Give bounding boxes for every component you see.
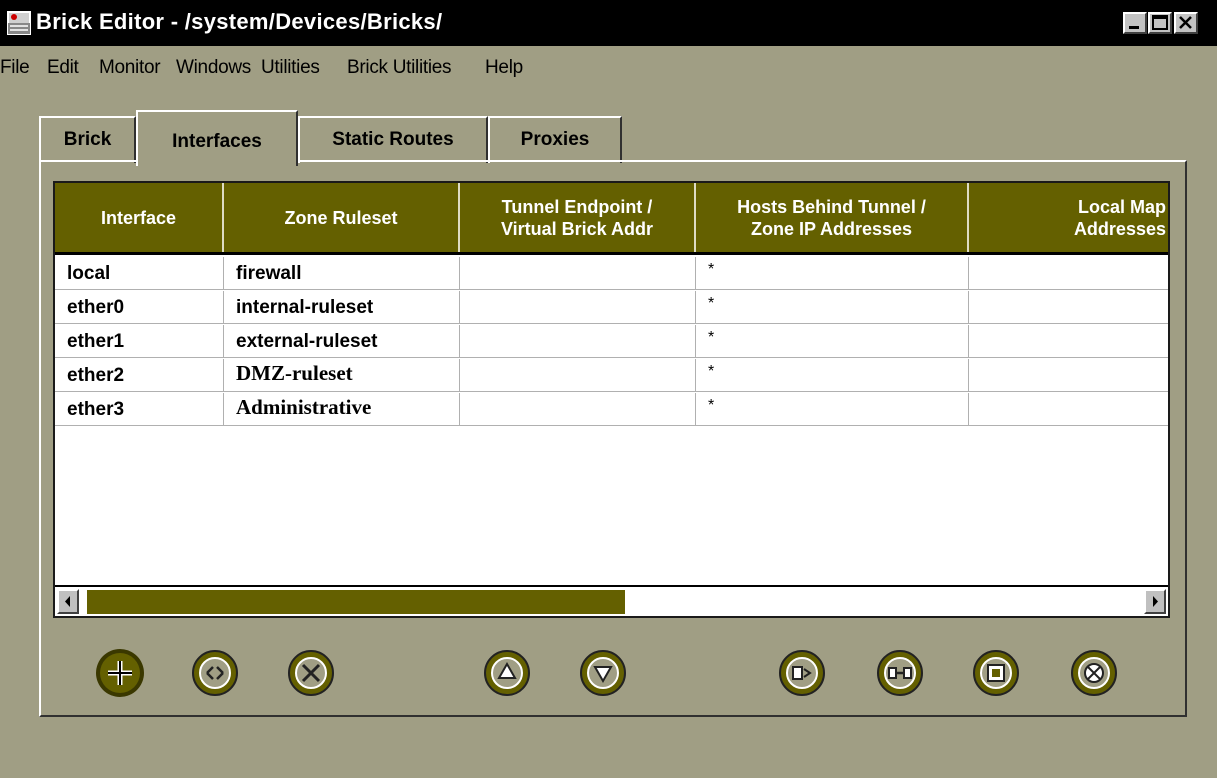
- cell-tunnel-endpoint: [460, 325, 696, 357]
- app-icon: [7, 11, 31, 35]
- frame-icon[interactable]: [970, 647, 1022, 699]
- menu-edit[interactable]: Edit: [47, 57, 79, 79]
- arrow-left-icon: [65, 596, 70, 607]
- close-button[interactable]: [1174, 12, 1198, 34]
- cell-zone-ruleset: Administrative: [224, 393, 460, 425]
- cell-zone-ruleset: firewall: [224, 257, 460, 289]
- menu-bar: File Edit Monitor Windows Utilities Bric…: [0, 55, 1217, 85]
- cell-hosts: *: [696, 291, 969, 323]
- column-header-tunnel-endpoint[interactable]: Tunnel Endpoint / Virtual Brick Addr: [460, 183, 696, 252]
- table-row[interactable]: ether0 internal-ruleset *: [55, 291, 1168, 324]
- cell-interface: local: [55, 257, 224, 289]
- column-header-local-map-addresses[interactable]: Local Map Addresses: [969, 183, 1168, 252]
- tab-proxies[interactable]: Proxies: [488, 116, 622, 163]
- cell-hosts: *: [696, 257, 969, 289]
- menu-utilities[interactable]: Utilities: [261, 57, 320, 79]
- minimize-icon: [1129, 26, 1139, 29]
- cell-interface: ether2: [55, 359, 224, 391]
- cell-zone-ruleset: internal-ruleset: [224, 291, 460, 323]
- close-icon: [1179, 16, 1192, 29]
- horizontal-scrollbar[interactable]: [55, 585, 1168, 616]
- table-row[interactable]: local firewall *: [55, 257, 1168, 290]
- menu-brick-utilities[interactable]: Brick Utilities: [347, 57, 452, 79]
- table-row[interactable]: ether3 Administrative *: [55, 393, 1168, 426]
- cell-local-map: [969, 325, 1168, 357]
- cell-interface: ether3: [55, 393, 224, 425]
- maximize-icon: [1152, 15, 1168, 30]
- disable-icon[interactable]: [1068, 647, 1120, 699]
- interface-icon[interactable]: [776, 647, 828, 699]
- move-down-icon[interactable]: [577, 647, 629, 699]
- menu-help[interactable]: Help: [485, 57, 523, 79]
- cell-tunnel-endpoint: [460, 257, 696, 289]
- cell-tunnel-endpoint: [460, 359, 696, 391]
- cell-local-map: [969, 257, 1168, 289]
- cell-local-map: [969, 359, 1168, 391]
- menu-file[interactable]: File: [0, 57, 30, 79]
- scrollbar-thumb[interactable]: [87, 590, 625, 614]
- cell-local-map: [969, 393, 1168, 425]
- column-header-zone-ruleset[interactable]: Zone Ruleset: [224, 183, 460, 252]
- cell-hosts: *: [696, 325, 969, 357]
- add-icon[interactable]: [94, 647, 146, 699]
- table-header: Interface Zone Ruleset Tunnel Endpoint /…: [55, 183, 1168, 255]
- cell-tunnel-endpoint: [460, 291, 696, 323]
- scroll-left-button[interactable]: [57, 589, 79, 614]
- minimize-button[interactable]: [1123, 12, 1147, 34]
- cell-tunnel-endpoint: [460, 393, 696, 425]
- menu-monitor[interactable]: Monitor: [99, 57, 161, 79]
- delete-icon[interactable]: [285, 647, 337, 699]
- link-icon[interactable]: [874, 647, 926, 699]
- cell-local-map: [969, 291, 1168, 323]
- cell-hosts: *: [696, 359, 969, 391]
- column-header-hosts-behind-tunnel[interactable]: Hosts Behind Tunnel / Zone IP Addresses: [696, 183, 969, 252]
- table-row[interactable]: ether1 external-ruleset *: [55, 325, 1168, 358]
- tab-static-routes[interactable]: Static Routes: [298, 116, 488, 163]
- table-body: local firewall * ether0 internal-ruleset…: [55, 255, 1168, 585]
- cell-interface: ether0: [55, 291, 224, 323]
- window-title: Brick Editor - /system/Devices/Bricks/: [36, 9, 443, 34]
- cell-hosts: *: [696, 393, 969, 425]
- interfaces-table: Interface Zone Ruleset Tunnel Endpoint /…: [53, 181, 1170, 618]
- cell-zone-ruleset: external-ruleset: [224, 325, 460, 357]
- tab-brick[interactable]: Brick: [39, 116, 136, 163]
- move-up-icon[interactable]: [481, 647, 533, 699]
- column-header-interface[interactable]: Interface: [55, 183, 224, 252]
- maximize-button[interactable]: [1148, 12, 1172, 34]
- tab-interfaces[interactable]: Interfaces: [136, 110, 298, 166]
- cell-zone-ruleset: DMZ-ruleset: [224, 359, 460, 391]
- title-bar[interactable]: Brick Editor - /system/Devices/Bricks/: [0, 0, 1217, 46]
- arrow-right-icon: [1153, 596, 1158, 607]
- scroll-right-button[interactable]: [1144, 589, 1166, 614]
- edit-icon[interactable]: [189, 647, 241, 699]
- cell-interface: ether1: [55, 325, 224, 357]
- table-row[interactable]: ether2 DMZ-ruleset *: [55, 359, 1168, 392]
- menu-windows[interactable]: Windows: [176, 57, 251, 79]
